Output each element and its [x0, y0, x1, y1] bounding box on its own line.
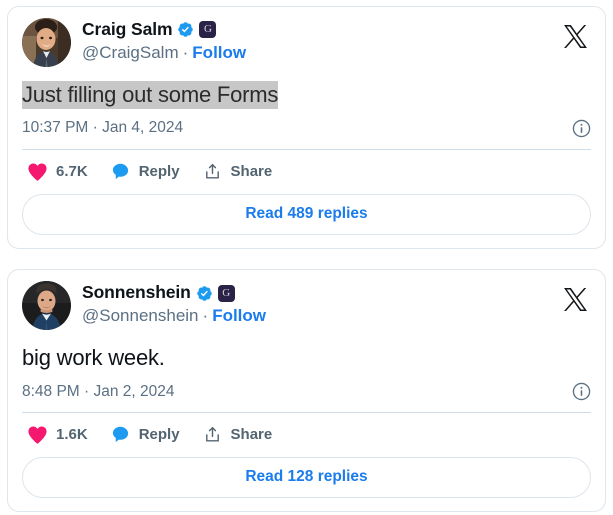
reply-button[interactable]: Reply [110, 161, 180, 181]
separator-dot: · [202, 306, 209, 326]
author-name-row: Craig Salm G [82, 19, 246, 41]
x-logo-icon[interactable] [563, 287, 588, 312]
tweet-card[interactable]: Sonnenshein G @Sonnenshein · Follow big … [7, 269, 606, 513]
tweet-text-selection: Just filling out some Forms [22, 81, 279, 109]
like-count: 1.6K [56, 425, 88, 443]
follow-link[interactable]: Follow [212, 305, 266, 327]
author-handle: @CraigSalm [82, 42, 179, 62]
author-identity: Craig Salm G @CraigSalm · Follow [82, 18, 246, 64]
share-upload-icon [202, 424, 223, 444]
affiliate-badge-letter: G [203, 23, 212, 36]
tweet-header: Craig Salm G @CraigSalm · Follow [22, 18, 591, 67]
avatar[interactable] [22, 18, 71, 67]
author-handle: @Sonnenshein [82, 306, 199, 326]
grayscale-affiliate-badge-icon[interactable]: G [217, 284, 235, 302]
tweet-meta-row: 8:48 PM · Jan 2, 2024 [22, 382, 591, 401]
display-name: Craig Salm [82, 19, 173, 39]
tweet-timestamp: 8:48 PM · Jan 2, 2024 [22, 382, 175, 400]
tweet-meta-row: 10:37 PM · Jan 4, 2024 [22, 119, 591, 138]
tweet-actions: 6.7K Reply Share [22, 150, 591, 181]
verified-check-icon [196, 285, 213, 302]
tweet-actions: 1.6K Reply Share [22, 413, 591, 444]
verified-check-icon [177, 21, 194, 38]
like-count: 6.7K [56, 162, 88, 180]
info-circle-icon[interactable] [572, 119, 591, 138]
share-button[interactable]: Share [202, 424, 273, 444]
read-replies-button[interactable]: Read 128 replies [22, 457, 591, 499]
heart-icon [27, 424, 48, 444]
author-handle-row: @Sonnenshein · Follow [82, 305, 266, 327]
x-logo-icon[interactable] [563, 24, 588, 49]
tweet-text: Just filling out some Forms [22, 81, 591, 109]
tweet-feed: Craig Salm G @CraigSalm · Follow Just fi… [0, 0, 613, 513]
reply-label: Reply [138, 425, 180, 443]
like-button[interactable]: 6.7K [27, 161, 88, 181]
share-label: Share [230, 162, 273, 180]
avatar[interactable] [22, 281, 71, 331]
info-circle-icon[interactable] [572, 382, 591, 401]
author-handle-row: @CraigSalm · Follow [82, 42, 246, 64]
affiliate-badge-letter: G [222, 286, 231, 299]
grayscale-affiliate-badge-icon[interactable]: G [199, 21, 217, 39]
reply-bubble-icon [110, 424, 131, 444]
tweet-header: Sonnenshein G @Sonnenshein · Follow [22, 281, 591, 331]
reply-bubble-icon [110, 161, 131, 181]
display-name: Sonnenshein [82, 282, 191, 303]
author-name-row: Sonnenshein G [82, 282, 266, 304]
read-replies-button[interactable]: Read 489 replies [22, 194, 591, 236]
tweet-card[interactable]: Craig Salm G @CraigSalm · Follow Just fi… [7, 6, 606, 250]
reply-button[interactable]: Reply [110, 424, 180, 444]
like-button[interactable]: 1.6K [27, 424, 88, 444]
share-button[interactable]: Share [202, 161, 273, 181]
follow-link[interactable]: Follow [192, 42, 246, 64]
separator-dot: · [182, 42, 189, 62]
share-label: Share [230, 425, 273, 443]
tweet-timestamp: 10:37 PM · Jan 4, 2024 [22, 119, 184, 137]
reply-label: Reply [138, 162, 180, 180]
tweet-text: big work week. [22, 345, 165, 371]
author-identity: Sonnenshein G @Sonnenshein · Follow [82, 281, 266, 327]
heart-icon [27, 161, 48, 181]
share-upload-icon [202, 161, 223, 181]
